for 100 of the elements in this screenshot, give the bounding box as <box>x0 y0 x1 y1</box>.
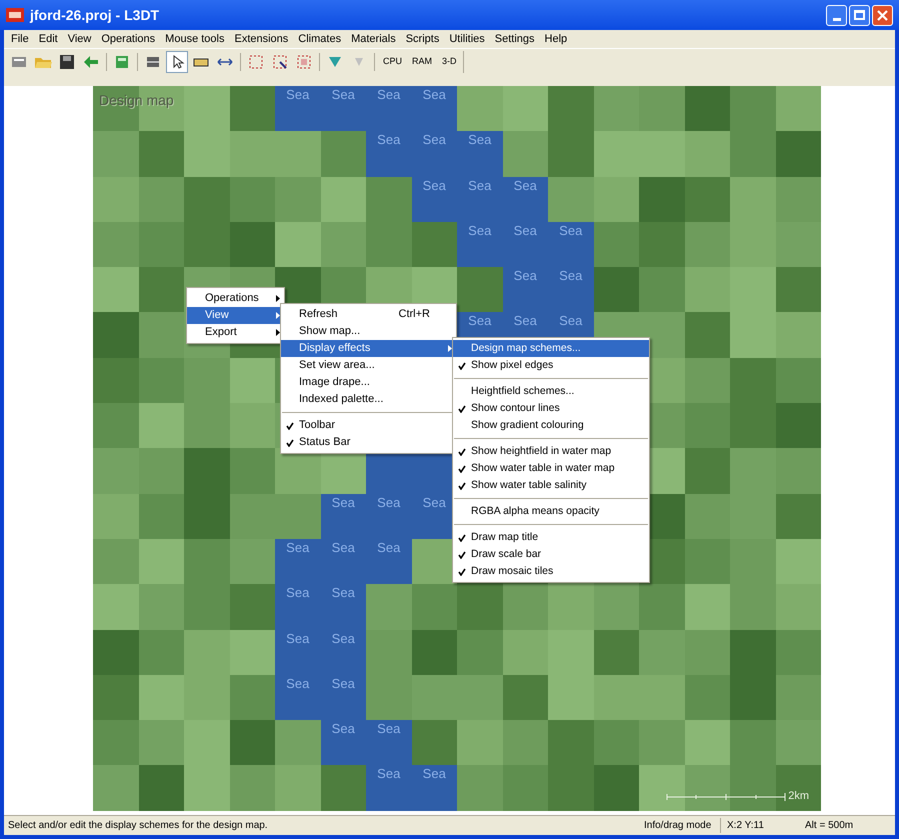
sea-label: Sea <box>332 88 355 101</box>
land-tile <box>502 630 548 675</box>
land-tile <box>138 584 184 630</box>
land-tile <box>457 584 502 630</box>
menu-item[interactable]: Operations <box>96 30 160 48</box>
land-tile <box>93 674 138 720</box>
menu-item[interactable]: Export <box>187 324 284 341</box>
menu-item[interactable]: Show contour lines <box>453 400 649 417</box>
land-tile <box>684 538 730 584</box>
menu-item[interactable]: Show water table salinity <box>453 477 649 494</box>
menu-item[interactable]: Draw mosaic tiles <box>453 563 649 580</box>
land-tile <box>776 448 821 494</box>
menu-item[interactable]: Operations <box>187 290 284 307</box>
land-tile <box>184 403 230 448</box>
menu-item[interactable]: Edit <box>34 30 63 48</box>
land-tile <box>184 131 230 177</box>
menu-item[interactable]: Toolbar <box>281 417 456 434</box>
land-tile <box>184 720 230 766</box>
land-tile <box>684 176 730 222</box>
sea-label: Sea <box>332 496 355 509</box>
land-tile <box>502 86 548 132</box>
menu-item[interactable]: Refresh Ctrl+R <box>281 306 456 323</box>
sea-label: Sea <box>332 632 355 645</box>
menu-item[interactable]: Climates <box>293 30 346 48</box>
menu-item[interactable]: Show pixel edges <box>453 357 649 374</box>
land-tile <box>230 584 275 630</box>
land-tile <box>184 674 230 720</box>
menu-item[interactable]: Show gradient colouring <box>453 417 649 434</box>
menu-item[interactable]: View <box>62 30 96 48</box>
toolbar-button[interactable]: RAM <box>408 50 436 72</box>
toolbar-button[interactable]: CPU <box>379 50 406 72</box>
minimize-icon <box>832 18 840 20</box>
menu-item[interactable]: Status Bar <box>281 434 456 451</box>
menu-item[interactable]: Utilities <box>444 30 490 48</box>
check-icon <box>286 438 294 446</box>
menu-item[interactable]: File <box>6 30 34 48</box>
toolbar-button[interactable]: 3-D <box>438 50 464 72</box>
land-tile <box>684 584 730 630</box>
land-tile <box>684 720 730 766</box>
sea-label: Sea <box>514 178 537 192</box>
land-tile <box>320 765 366 811</box>
land-tile <box>639 86 684 132</box>
land-tile <box>93 765 138 811</box>
land-tile <box>730 403 776 448</box>
menu-item[interactable]: Draw map title <box>453 529 649 546</box>
land-tile <box>230 448 275 494</box>
land-tile <box>184 765 230 811</box>
land-tile <box>230 222 275 268</box>
sea-label: Sea <box>422 133 446 146</box>
menu-item[interactable]: Scripts <box>400 30 444 48</box>
land-tile <box>776 538 821 584</box>
land-tile <box>730 674 776 720</box>
minimize-button[interactable] <box>826 4 847 26</box>
menu-item[interactable]: Heightfield schemes... <box>453 383 649 400</box>
sea-label: Sea <box>514 224 537 237</box>
land-tile <box>138 765 184 811</box>
land-tile <box>93 358 138 404</box>
land-tile <box>730 176 776 222</box>
land-tile <box>684 674 730 720</box>
land-tile <box>502 674 548 720</box>
menu-item[interactable]: RGBA alpha means opacity <box>453 503 649 520</box>
menu-item[interactable]: Design map schemes... <box>453 340 649 357</box>
land-tile <box>594 176 639 222</box>
menu-item[interactable]: Mouse tools <box>160 30 230 48</box>
land-tile <box>93 267 138 312</box>
land-tile <box>320 131 366 177</box>
sea-label: Sea <box>377 722 400 736</box>
land-tile <box>457 86 502 132</box>
land-tile <box>93 176 138 222</box>
menu-item[interactable]: Extensions <box>229 30 294 48</box>
maximize-button[interactable] <box>849 4 870 26</box>
sea-label: Sea <box>468 178 492 192</box>
land-tile <box>730 584 776 630</box>
land-tile <box>548 765 594 811</box>
close-button[interactable] <box>872 4 893 26</box>
menu-item[interactable]: Image drape... <box>281 374 456 391</box>
land-tile <box>275 720 320 766</box>
land-tile <box>366 176 412 222</box>
menu-item[interactable]: Show map... <box>281 323 456 340</box>
menu-item[interactable]: Set view area... <box>281 357 456 374</box>
land-tile <box>412 222 457 268</box>
land-tile <box>548 674 594 720</box>
menu-item[interactable]: Materials <box>346 30 401 48</box>
menu-item[interactable]: Help <box>540 30 572 48</box>
land-tile <box>138 494 184 539</box>
menu-item[interactable]: Show heightfield in water map <box>453 443 649 460</box>
menu-item[interactable]: Settings <box>490 30 540 48</box>
toolbar-button[interactable] <box>166 50 188 72</box>
menu-item[interactable]: Indexed palette... <box>281 391 456 408</box>
land-tile <box>184 538 230 584</box>
land-tile <box>93 630 138 675</box>
land-tile <box>275 176 320 222</box>
land-tile <box>639 674 684 720</box>
menu-item[interactable]: Show water table in water map <box>453 460 649 477</box>
land-tile <box>320 222 366 268</box>
check-icon <box>458 534 466 542</box>
menu-item[interactable]: Draw scale bar <box>453 546 649 563</box>
land-tile <box>776 630 821 675</box>
land-tile <box>138 222 184 268</box>
land-tile <box>684 267 730 312</box>
